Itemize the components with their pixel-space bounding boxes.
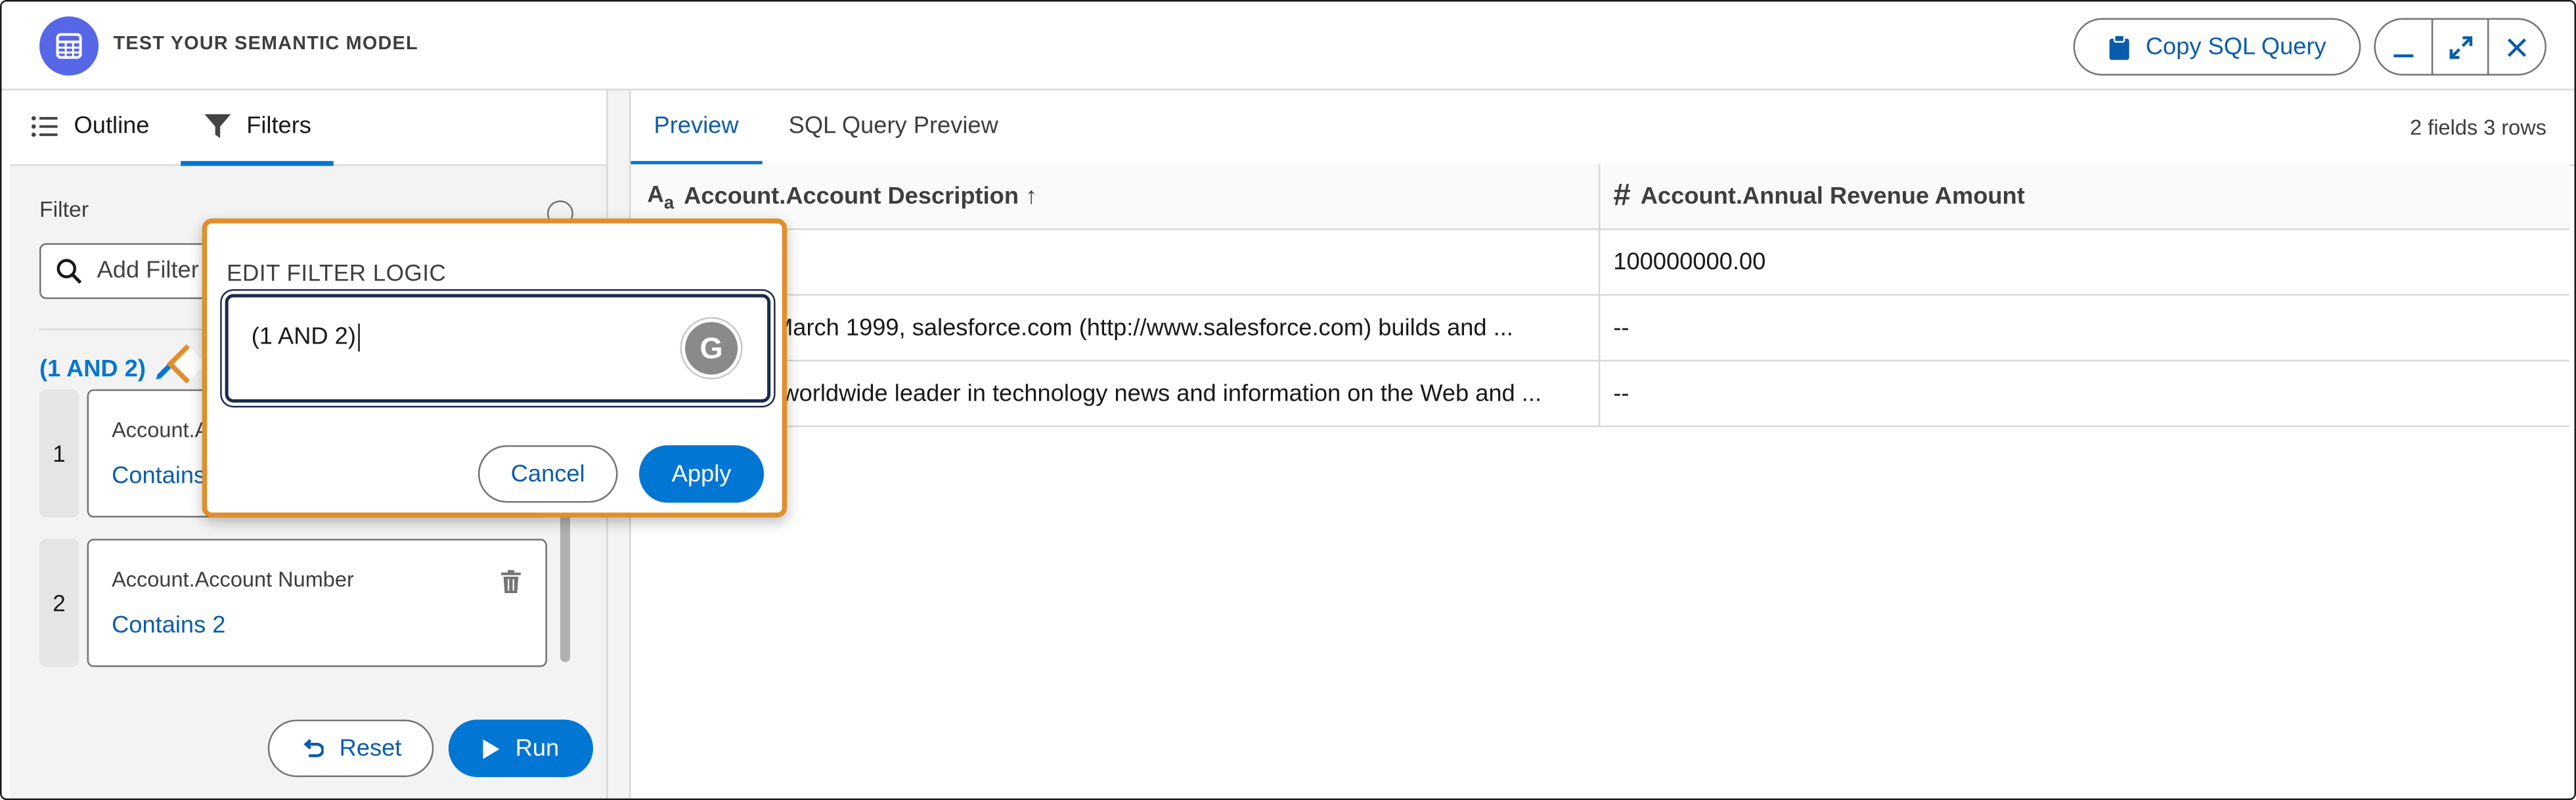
text-caret <box>357 323 359 352</box>
filter-label: Filter <box>39 197 89 222</box>
trash-icon <box>500 569 521 593</box>
app-root: TEST YOUR SEMANTIC MODEL Copy SQL Query <box>0 0 2576 800</box>
search-icon <box>56 259 82 284</box>
column-header-description[interactable]: Aa Account.Account Description ↑ <box>648 164 1592 229</box>
tab-outline-label: Outline <box>74 113 150 140</box>
filter-number-2: 2 <box>39 539 79 667</box>
number-type-icon: # <box>1613 178 1631 213</box>
filter-card-2[interactable]: Account.Account Number Contains 2 <box>87 539 547 667</box>
clipboard-icon <box>2109 33 2129 60</box>
run-button[interactable]: Run <box>448 719 593 778</box>
column-separator <box>1598 164 1601 231</box>
table-icon <box>39 16 99 76</box>
popover-title: EDIT FILTER LOGIC <box>227 259 447 286</box>
column-separator <box>1598 296 1601 362</box>
edit-filter-logic-popover: EDIT FILTER LOGIC (1 AND 2) G Cancel App… <box>202 218 788 518</box>
table-row: CNET is the worldwide leader in technolo… <box>631 361 2570 428</box>
filter-icon <box>204 114 231 139</box>
minimize-button[interactable] <box>2376 20 2433 74</box>
table-cell: -- <box>1613 314 1630 342</box>
copy-sql-query-label: Copy SQL Query <box>2145 33 2326 60</box>
undo-icon <box>303 738 323 757</box>
text-type-icon: Aa <box>647 179 675 213</box>
filter-number-1: 1 <box>39 389 79 518</box>
table-cell: 100000000.00 <box>1613 248 1766 275</box>
filter-logic-textarea[interactable]: (1 AND 2) G <box>225 294 771 403</box>
column-separator <box>1598 361 1601 428</box>
reset-label: Reset <box>339 735 402 762</box>
tab-filters[interactable]: Filters <box>181 91 336 166</box>
window-controls <box>2374 18 2547 76</box>
filter-logic-link[interactable]: (1 AND 2) <box>39 357 175 383</box>
close-button[interactable] <box>2489 20 2544 74</box>
tab-sql-query-preview[interactable]: SQL Query Preview <box>789 91 998 163</box>
column-separator <box>1598 230 1601 296</box>
table-cell <box>648 230 1592 294</box>
table-cell: CNET is the worldwide leader in technolo… <box>647 380 1542 407</box>
table-header-row: Aa Account.Account Description ↑ # Accou… <box>631 164 2570 231</box>
preview-tabs: Preview SQL Query Preview 2 fields 3 row… <box>631 91 2575 166</box>
minimize-icon <box>2393 53 2413 57</box>
right-panel: Preview SQL Query Preview 2 fields 3 row… <box>631 90 2575 799</box>
stage: TEST YOUR SEMANTIC MODEL Copy SQL Query <box>0 0 2576 800</box>
add-filter-placeholder: Add Filter <box>97 257 199 284</box>
table-cell: -- <box>1613 380 1630 407</box>
play-icon <box>482 738 499 759</box>
filter-logic-value: (1 AND 2) <box>251 324 356 351</box>
table-cell: Founded in March 1999, salesforce.com (h… <box>647 314 1513 342</box>
close-icon <box>2508 37 2527 56</box>
window-frame: TEST YOUR SEMANTIC MODEL Copy SQL Query <box>0 0 2576 800</box>
table-row: 100000000.00 <box>631 230 2570 296</box>
tab-outline[interactable]: Outline <box>32 91 150 163</box>
filter-name: Account.Account Number <box>112 566 354 592</box>
copy-sql-query-button[interactable]: Copy SQL Query <box>2073 18 2361 76</box>
result-summary: 2 fields 3 rows <box>2410 115 2547 140</box>
page-title: TEST YOUR SEMANTIC MODEL <box>113 34 418 55</box>
delete-filter-button[interactable] <box>500 569 521 602</box>
left-tabs: Outline Filters <box>10 90 606 166</box>
header: TEST YOUR SEMANTIC MODEL Copy SQL Query <box>1 1 2575 91</box>
grammarly-icon[interactable]: G <box>685 322 738 375</box>
expand-icon <box>2449 35 2472 58</box>
list-icon <box>32 116 58 137</box>
column-header-label: Account.Annual Revenue Amount <box>1640 183 2025 210</box>
filter-value: Contains 2 <box>112 612 226 640</box>
reset-button[interactable]: Reset <box>267 719 434 778</box>
column-header-revenue[interactable]: # Account.Annual Revenue Amount <box>1613 164 2550 229</box>
tab-filters-label: Filters <box>246 113 311 140</box>
scrollbar[interactable] <box>560 514 570 663</box>
tab-preview[interactable]: Preview <box>631 91 761 166</box>
run-label: Run <box>515 735 560 762</box>
table-row: Founded in March 1999, salesforce.com (h… <box>631 296 2570 362</box>
apply-button[interactable]: Apply <box>639 445 765 503</box>
filter-logic-text: (1 AND 2) <box>39 356 146 383</box>
expand-button[interactable] <box>2433 20 2490 74</box>
column-header-label: Account.Account Description ↑ <box>684 183 1038 210</box>
cancel-button[interactable]: Cancel <box>477 445 618 503</box>
